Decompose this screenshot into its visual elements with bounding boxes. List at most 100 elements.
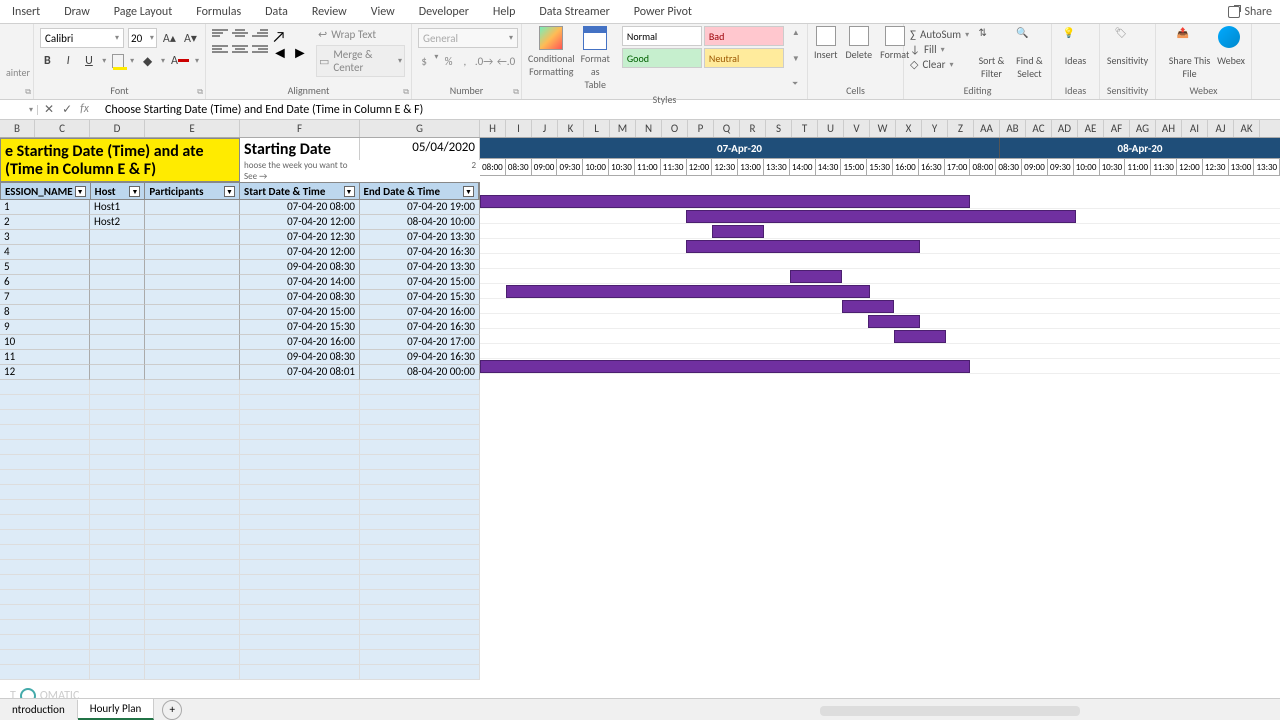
table-row[interactable]: 907-04-20 15:3007-04-20 16:30 [0, 320, 480, 335]
empty-row[interactable] [0, 500, 480, 515]
filter-arrow-icon[interactable]: ▼ [75, 186, 86, 197]
filter-arrow-icon[interactable]: ▼ [344, 186, 355, 197]
column-header[interactable]: S [766, 120, 792, 137]
column-header[interactable]: AJ [1208, 120, 1234, 137]
gantt-bar[interactable] [868, 315, 920, 328]
gantt-bar[interactable] [686, 240, 920, 253]
column-header[interactable]: G [360, 120, 480, 137]
cell-style-bad[interactable]: Bad [704, 26, 784, 46]
column-header[interactable]: J [532, 120, 558, 137]
webex-button[interactable]: Webex [1217, 26, 1245, 80]
empty-row[interactable] [0, 470, 480, 485]
column-header[interactable]: N [636, 120, 662, 137]
decrease-indent-icon[interactable]: ◄ [272, 44, 288, 58]
find-select-button[interactable]: 🔍Find & Select [1014, 26, 1045, 80]
column-header[interactable]: H [480, 120, 506, 137]
ideas-button[interactable]: 💡Ideas [1058, 26, 1093, 67]
column-header[interactable]: W [870, 120, 896, 137]
empty-row[interactable] [0, 545, 480, 560]
comma-button[interactable]: , [459, 52, 471, 70]
empty-row[interactable] [0, 575, 480, 590]
align-right-icon[interactable] [252, 44, 268, 58]
table-row[interactable]: 307-04-20 12:3007-04-20 13:30 [0, 230, 480, 245]
percent-button[interactable]: % [442, 52, 454, 70]
gantt-bar[interactable] [790, 270, 842, 283]
column-header[interactable]: AI [1182, 120, 1208, 137]
bold-button[interactable]: B [40, 52, 55, 70]
column-header[interactable]: T [792, 120, 818, 137]
empty-row[interactable] [0, 440, 480, 455]
align-left-icon[interactable] [212, 44, 228, 58]
column-header[interactable]: M [610, 120, 636, 137]
week-value[interactable]: 2 [360, 160, 480, 174]
gantt-row[interactable] [480, 269, 1280, 284]
gantt-row[interactable] [480, 224, 1280, 239]
ribbon-tab[interactable]: Help [481, 1, 528, 23]
filter-arrow-icon[interactable]: ▼ [463, 186, 474, 197]
confirm-formula-button[interactable]: ✓ [62, 102, 72, 117]
empty-row[interactable] [0, 590, 480, 605]
column-header[interactable]: L [584, 120, 610, 137]
cell-style-good[interactable]: Good [622, 48, 702, 68]
cancel-formula-button[interactable]: ✕ [44, 102, 54, 117]
align-center-icon[interactable] [232, 44, 248, 58]
table-row[interactable]: 1Host107-04-20 08:0007-04-20 19:00 [0, 200, 480, 215]
column-header[interactable]: V [844, 120, 870, 137]
ribbon-tab[interactable]: Data Streamer [527, 1, 621, 23]
empty-row[interactable] [0, 410, 480, 425]
gantt-row[interactable] [480, 299, 1280, 314]
gantt-row[interactable] [480, 239, 1280, 254]
number-format-dropdown[interactable]: General▾ [418, 28, 518, 48]
conditional-formatting-button[interactable]: Conditional Formatting [528, 26, 575, 91]
filter-arrow-icon[interactable]: ▼ [224, 186, 235, 197]
format-as-table-button[interactable]: Format as Table [581, 26, 610, 91]
table-row[interactable]: 607-04-20 14:0007-04-20 15:00 [0, 275, 480, 290]
empty-row[interactable] [0, 635, 480, 650]
gantt-bar[interactable] [686, 210, 1076, 223]
gantt-bar[interactable] [480, 360, 970, 373]
table-header-cell[interactable]: End Date & Time▼ [360, 183, 479, 199]
accounting-button[interactable]: $ [418, 52, 430, 70]
fill-color-button[interactable]: ◆ [140, 52, 155, 70]
ribbon-tab[interactable]: View [359, 1, 407, 23]
sort-filter-button[interactable]: ⇅Sort & Filter [977, 26, 1006, 80]
style-more-icon[interactable]: ⏷ [792, 79, 800, 89]
empty-row[interactable] [0, 425, 480, 440]
empty-row[interactable] [0, 395, 480, 410]
column-header[interactable]: P [688, 120, 714, 137]
increase-font-icon[interactable]: A▴ [161, 29, 178, 47]
column-header[interactable]: U [818, 120, 844, 137]
column-header[interactable]: AK [1234, 120, 1260, 137]
table-row[interactable]: 807-04-20 15:0007-04-20 16:00 [0, 305, 480, 320]
decrease-font-icon[interactable]: A▾ [182, 29, 199, 47]
ribbon-tab[interactable]: Data [253, 1, 300, 23]
table-header-cell[interactable]: ESSION_NAME▼ [1, 183, 91, 199]
column-header[interactable]: Y [922, 120, 948, 137]
wrap-text-button[interactable]: ↩ Wrap Text [316, 26, 405, 43]
format-painter[interactable]: ainter [6, 66, 27, 79]
column-header[interactable]: R [740, 120, 766, 137]
empty-row[interactable] [0, 455, 480, 470]
align-bottom-icon[interactable] [252, 28, 268, 42]
banner-cell[interactable]: e Starting Date (Time) and ate (Time in … [0, 138, 240, 182]
clear-button[interactable]: ◇ Clear ▾ [910, 58, 969, 71]
column-header[interactable]: AB [1000, 120, 1026, 137]
table-header-cell[interactable]: Participants▼ [145, 183, 240, 199]
gantt-bar[interactable] [894, 330, 946, 343]
column-header[interactable]: O [662, 120, 688, 137]
gantt-row[interactable] [480, 284, 1280, 299]
orientation-icon[interactable]: ↗ [272, 28, 288, 42]
column-headers[interactable]: BCDEFGHIJKLMNOPQRSTUVWXYZAAABACADAEAFAGA… [0, 120, 1280, 138]
column-header[interactable]: E [145, 120, 240, 137]
filter-arrow-icon[interactable]: ▼ [129, 186, 140, 197]
starting-date-value[interactable]: 05/04/2020 [360, 138, 480, 160]
decrease-decimal-icon[interactable]: ←.0 [497, 52, 515, 70]
column-header[interactable]: F [240, 120, 360, 137]
font-name-dropdown[interactable]: Calibri▾ [40, 28, 124, 48]
column-header[interactable]: AG [1130, 120, 1156, 137]
underline-button[interactable]: U [82, 52, 97, 70]
dialog-launcher-icon[interactable]: ⧉ [403, 87, 409, 97]
empty-row[interactable] [0, 560, 480, 575]
cell-style-neutral[interactable]: Neutral [704, 48, 784, 68]
empty-row[interactable] [0, 380, 480, 395]
